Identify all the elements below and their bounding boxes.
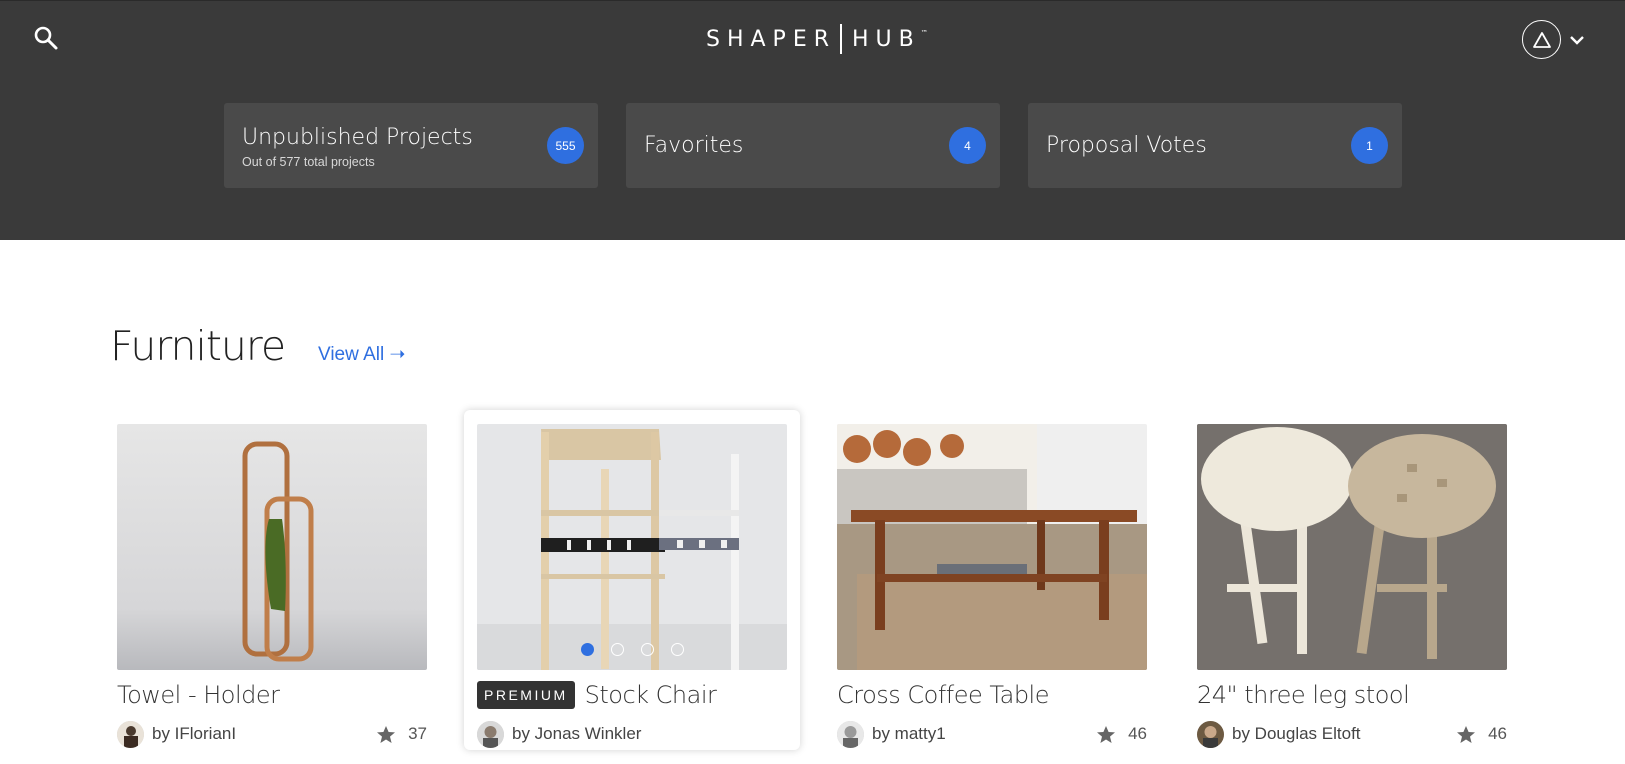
- author-name[interactable]: by matty1: [872, 724, 1096, 744]
- count-badge: 555: [547, 127, 584, 164]
- stat-title: Unpublished Projects: [242, 125, 473, 150]
- project-title[interactable]: Cross Coffee Table: [837, 681, 1049, 709]
- account-avatar[interactable]: [1522, 20, 1561, 59]
- project-meta: by IFlorianI 37: [117, 720, 427, 748]
- author-avatar[interactable]: [1197, 720, 1224, 748]
- carousel-dot[interactable]: [671, 643, 684, 656]
- project-card-cross-coffee-table[interactable]: Cross Coffee Table by matty1 46: [837, 424, 1147, 764]
- project-title-row: Towel - Holder: [117, 681, 280, 709]
- stat-title: Favorites: [644, 133, 744, 158]
- project-meta: by Jonas Winkler: [477, 720, 787, 748]
- project-meta: by matty1 46: [837, 720, 1147, 748]
- stat-title: Proposal Votes: [1046, 133, 1207, 158]
- carousel-dots: [581, 643, 684, 656]
- logo-divider: [840, 24, 843, 54]
- chevron-down-icon[interactable]: [1569, 35, 1585, 45]
- project-title-row: Cross Coffee Table: [837, 681, 1049, 709]
- favorites-card[interactable]: Favorites 4: [626, 103, 1000, 188]
- proposal-votes-card[interactable]: Proposal Votes 1: [1028, 103, 1402, 188]
- project-meta: by Douglas Eltoft 46: [1197, 720, 1507, 748]
- project-image[interactable]: [1197, 424, 1507, 670]
- project-title[interactable]: Towel - Holder: [117, 681, 280, 709]
- star-count: 46: [1096, 724, 1147, 744]
- triangle-avatar-icon: [1532, 31, 1551, 48]
- account-menu[interactable]: [1522, 20, 1585, 59]
- count-badge: 1: [1351, 127, 1388, 164]
- author-avatar[interactable]: [837, 720, 864, 748]
- star-count: 46: [1456, 724, 1507, 744]
- top-header: SHAPER HUB ™ Unpublished Projects Out of…: [0, 0, 1625, 240]
- search-button[interactable]: [32, 23, 62, 53]
- count-badge: 4: [949, 127, 986, 164]
- project-image[interactable]: [117, 424, 427, 670]
- star-count: 37: [376, 724, 427, 744]
- author-name[interactable]: by IFlorianI: [152, 724, 376, 744]
- project-title-row: 24" three leg stool: [1197, 681, 1410, 709]
- premium-badge: PREMIUM: [477, 681, 575, 709]
- star-count-value: 46: [1128, 724, 1147, 743]
- project-card-stock-chair[interactable]: PREMIUM Stock Chair by Jonas Winkler: [464, 410, 800, 750]
- shaper-hub-logo[interactable]: SHAPER HUB ™: [706, 23, 928, 55]
- logo-text-hub: HUB: [852, 26, 921, 52]
- star-icon[interactable]: [1096, 725, 1116, 744]
- project-card-towel-holder[interactable]: Towel - Holder by IFlorianI 37: [117, 424, 427, 764]
- project-title-row: PREMIUM Stock Chair: [477, 681, 717, 709]
- star-icon[interactable]: [1456, 725, 1476, 744]
- view-all-link[interactable]: View All ➝: [318, 343, 405, 366]
- logo-text-shaper: SHAPER: [706, 26, 837, 52]
- carousel-dot[interactable]: [641, 643, 654, 656]
- unpublished-projects-card[interactable]: Unpublished Projects Out of 577 total pr…: [224, 103, 598, 188]
- author-name[interactable]: by Douglas Eltoft: [1232, 724, 1456, 744]
- project-title[interactable]: 24" three leg stool: [1197, 681, 1410, 709]
- stats-cards: Unpublished Projects Out of 577 total pr…: [224, 103, 1402, 188]
- star-icon[interactable]: [376, 725, 396, 744]
- project-image[interactable]: [837, 424, 1147, 670]
- project-title[interactable]: Stock Chair: [585, 681, 717, 709]
- author-avatar[interactable]: [477, 720, 504, 748]
- star-count-value: 37: [408, 724, 427, 743]
- author-name[interactable]: by Jonas Winkler: [512, 724, 787, 744]
- author-avatar[interactable]: [117, 720, 144, 748]
- star-count-value: 46: [1488, 724, 1507, 743]
- project-card-three-leg-stool[interactable]: 24" three leg stool by Douglas Eltoft 46: [1197, 424, 1507, 764]
- carousel-dot[interactable]: [581, 643, 594, 656]
- search-icon: [34, 26, 58, 50]
- stat-subtitle: Out of 577 total projects: [242, 155, 375, 169]
- section-title: Furniture: [110, 322, 286, 370]
- project-image[interactable]: [477, 424, 787, 670]
- logo-trademark: ™: [920, 29, 928, 37]
- carousel-dot[interactable]: [611, 643, 624, 656]
